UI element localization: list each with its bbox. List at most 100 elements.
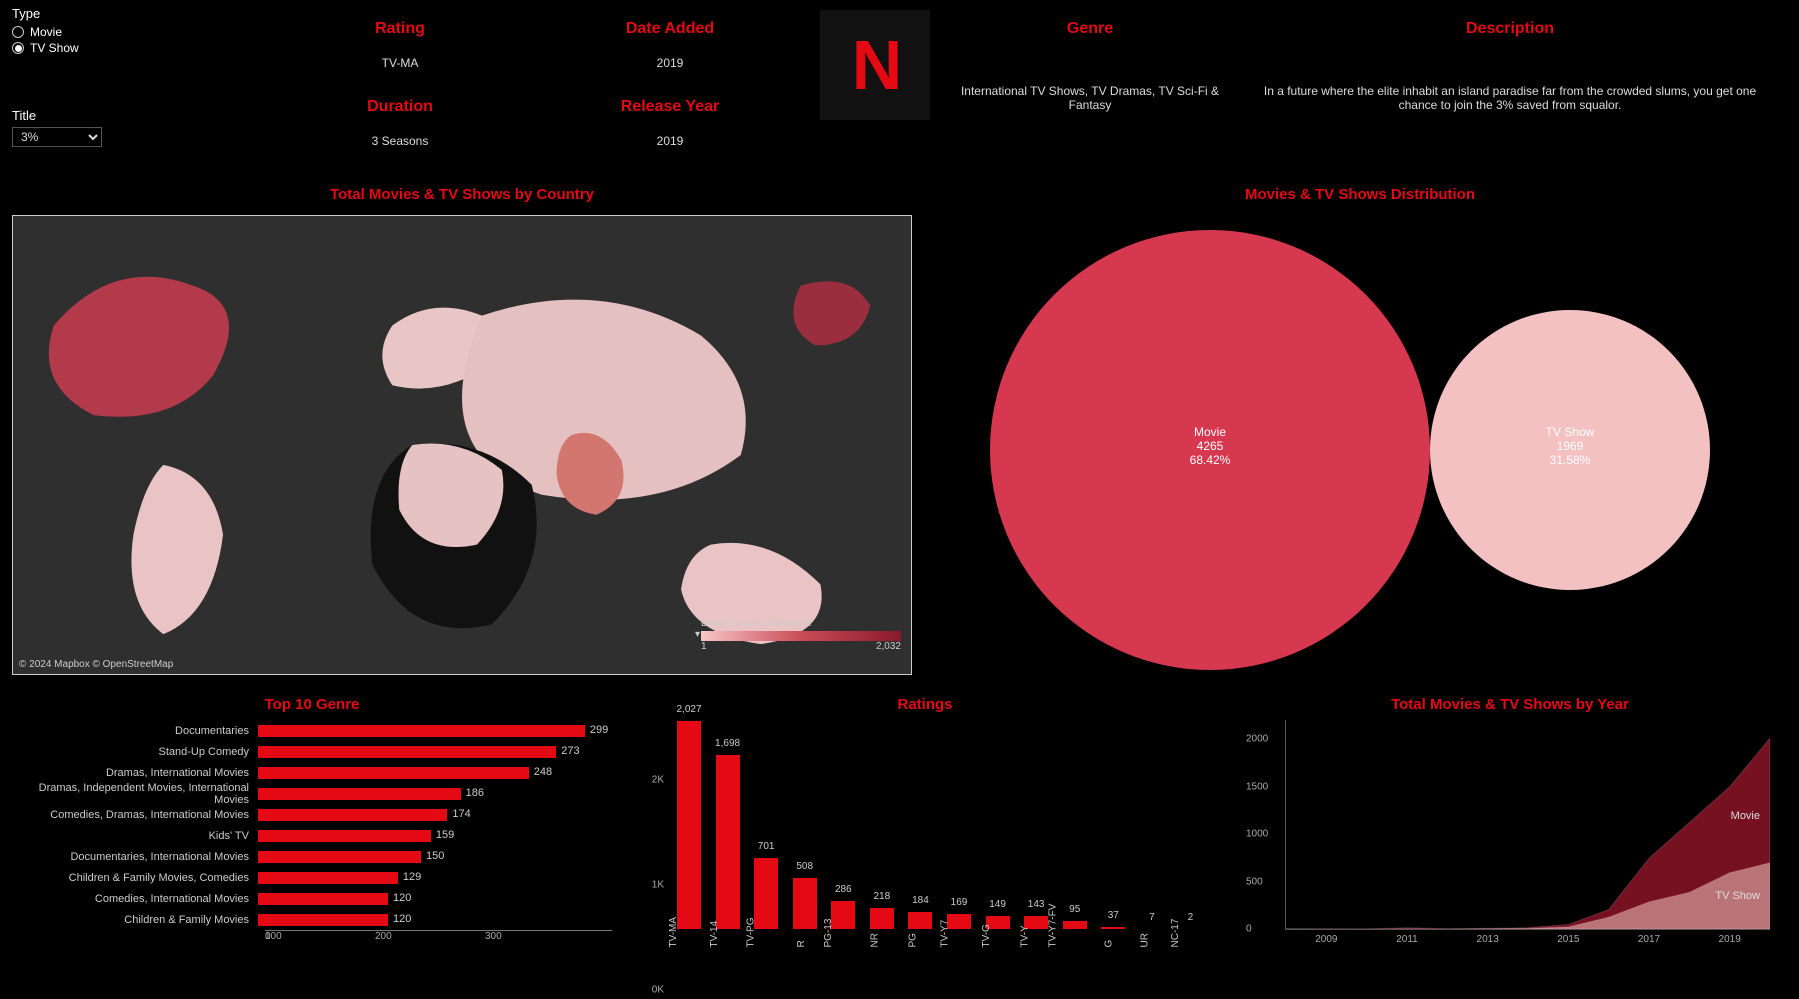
ratings-chart[interactable]: 0K1K2K 2,027TV-MA1,698TV-14701TV-PG508R2…: [630, 720, 1220, 990]
ratings-value: 143: [1023, 899, 1049, 910]
genre-bar[interactable]: [257, 871, 399, 885]
genre-label: Stand-Up Comedy: [12, 746, 257, 758]
ratings-col: 7UR: [1139, 928, 1165, 930]
genre-row: Comedies, International Movies120: [12, 888, 612, 909]
genre-bar[interactable]: [257, 808, 448, 822]
top-genre-chart[interactable]: Documentaries299Stand-Up Comedy273Dramas…: [12, 720, 612, 990]
genre-value: 150: [426, 850, 444, 862]
ratings-bar[interactable]: [1177, 928, 1203, 930]
genre-label: Dramas, International Movies: [12, 767, 257, 779]
genre-value: 273: [561, 745, 579, 757]
dist-movie-pct: 68.42%: [1150, 453, 1270, 467]
radio-icon: [12, 26, 24, 38]
year-label-movie: Movie: [1731, 810, 1760, 822]
dist-movie-name: Movie: [1150, 425, 1270, 439]
ratings-value: 286: [830, 884, 856, 895]
type-option-label: Movie: [30, 25, 62, 39]
description-value: In a future where the elite inhabit an i…: [1260, 84, 1760, 112]
type-option-label: TV Show: [30, 41, 79, 55]
ratings-col: 143TV-Y: [1023, 915, 1049, 930]
release-year-value: 2019: [560, 134, 780, 148]
ratings-value: 701: [753, 841, 779, 852]
ratings-bar[interactable]: [907, 911, 933, 930]
genre-bar[interactable]: [257, 787, 462, 801]
map-title: Total Movies & TV Shows by Country: [12, 186, 912, 203]
ratings-bar[interactable]: [830, 900, 856, 930]
ratings-cat: TV-G: [980, 924, 991, 947]
duration-label: Duration: [300, 98, 500, 116]
genre-row: Kids' TV159: [12, 825, 612, 846]
dist-tvshow-value: 1969: [1510, 439, 1630, 453]
distribution-chart[interactable]: Movie 4265 68.42% TV Show 1969 31.58%: [950, 210, 1770, 680]
genre-bar[interactable]: [257, 829, 432, 843]
ratings-col: 169TV-Y7: [946, 913, 972, 931]
genre-value: 248: [534, 766, 552, 778]
genre-bar[interactable]: [257, 913, 389, 927]
genre-value: 299: [590, 724, 608, 736]
dist-tvshow-pct: 31.58%: [1510, 453, 1630, 467]
type-radio-tvshow[interactable]: TV Show: [12, 41, 79, 55]
ratings-bar[interactable]: [676, 720, 702, 930]
genre-bar[interactable]: [257, 724, 586, 738]
genre-label: Children & Family Movies: [12, 914, 257, 926]
type-radio-movie[interactable]: Movie: [12, 25, 79, 39]
type-filter-label: Type: [12, 6, 79, 21]
ratings-col: 95TV-Y7-FV: [1062, 920, 1088, 930]
ratings-value: 169: [946, 897, 972, 908]
ratings-bar[interactable]: [792, 877, 818, 930]
ratings-col: 149TV-G: [985, 915, 1011, 930]
dist-tvshow-name: TV Show: [1510, 425, 1630, 439]
genre-bar[interactable]: [257, 850, 422, 864]
ratings-cat: NC-17: [1170, 919, 1181, 948]
ratings-value: 95: [1062, 904, 1088, 915]
ratings-value: 508: [792, 861, 818, 872]
genre-row: Children & Family Movies, Comedies129: [12, 867, 612, 888]
netflix-n-icon: N: [852, 25, 899, 105]
year-label-tvshow: TV Show: [1715, 890, 1760, 902]
ratings-bar[interactable]: [1100, 926, 1126, 930]
genre-value: 174: [452, 808, 470, 820]
ratings-bar[interactable]: [715, 754, 741, 930]
year-chart[interactable]: 0500100015002000200920112013201520172019…: [1240, 720, 1780, 990]
release-year-label: Release Year: [560, 98, 780, 116]
ratings-bar[interactable]: [753, 857, 779, 930]
genre-label: Documentaries, International Movies: [12, 851, 257, 863]
ratings-value: 218: [869, 891, 895, 902]
map-legend-title: Distinct count of Show Id: [701, 618, 901, 629]
ratings-bar[interactable]: [869, 907, 895, 930]
genre-row: Dramas, International Movies 248: [12, 762, 612, 783]
ratings-col: 701TV-PG: [753, 857, 779, 930]
ratings-value: 2,027: [676, 704, 702, 715]
genre-label: Comedies, Dramas, International Movies: [12, 809, 257, 821]
ratings-value: 149: [985, 899, 1011, 910]
genre-row: Comedies, Dramas, International Movies 17…: [12, 804, 612, 825]
ratings-col: 2NC-17: [1177, 928, 1203, 930]
genre-value: 120: [393, 913, 411, 925]
ratings-col: 218NR: [869, 907, 895, 930]
ratings-title: Ratings: [630, 696, 1220, 713]
title-select[interactable]: 3%: [12, 127, 102, 147]
genre-row: Documentaries, International Movies 150: [12, 846, 612, 867]
map-legend-min: 1: [701, 641, 707, 652]
genre-label: Kids' TV: [12, 830, 257, 842]
description-label: Description: [1260, 20, 1760, 38]
ratings-cat: PG-13: [823, 919, 834, 948]
ratings-col: 286PG-13: [830, 900, 856, 930]
map-attribution: © 2024 Mapbox © OpenStreetMap: [19, 659, 173, 670]
ratings-col: 508R: [792, 877, 818, 930]
ratings-col: 1,698TV-14: [715, 754, 741, 930]
map-legend: Distinct count of Show Id ▾ 1 2,032: [701, 618, 901, 652]
netflix-logo: N: [820, 10, 930, 120]
map-svg: [13, 216, 911, 674]
genre-bar[interactable]: [257, 766, 530, 780]
genre-label: Genre: [950, 20, 1230, 38]
date-added-value: 2019: [560, 56, 780, 70]
ratings-col: 184PG: [907, 911, 933, 930]
genre-bar[interactable]: [257, 892, 389, 906]
genre-value: 129: [403, 871, 421, 883]
world-map[interactable]: Distinct count of Show Id ▾ 1 2,032 © 20…: [12, 215, 912, 675]
ratings-bar[interactable]: [1139, 928, 1165, 930]
genre-bar[interactable]: [257, 745, 557, 759]
ratings-cat: UR: [1139, 933, 1150, 947]
ratings-bar[interactable]: [1062, 920, 1088, 930]
